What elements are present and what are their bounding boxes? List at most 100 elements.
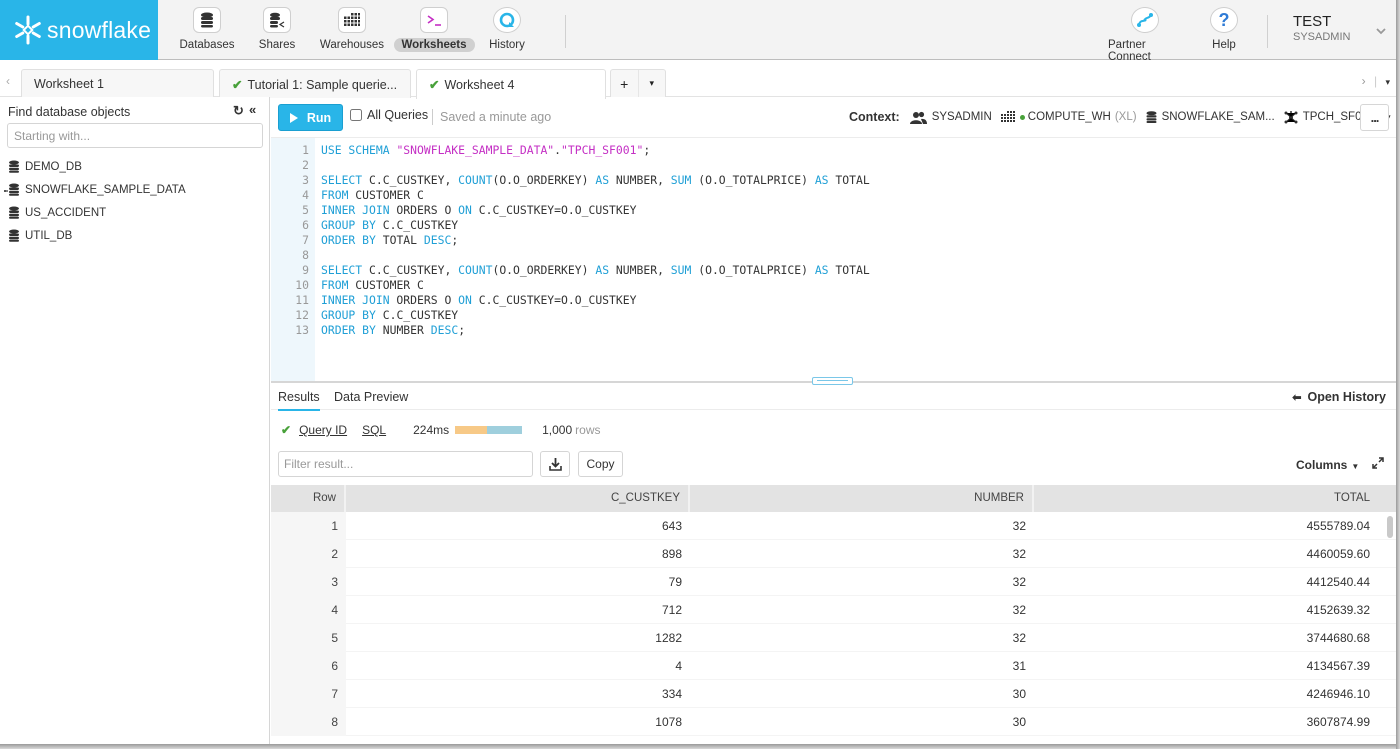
compile-time-segment	[455, 426, 487, 434]
number-cell: 30	[1012, 715, 1026, 729]
table-row[interactable]: 7 334 30 4246946.10	[271, 680, 1396, 708]
all-queries-checkbox[interactable]	[350, 109, 362, 121]
execution-time-segment	[486, 426, 523, 434]
filter-result-input[interactable]	[278, 451, 533, 477]
columns-menu-button[interactable]: Columns ▼	[1296, 458, 1359, 472]
total-cell: 4412540.44	[1306, 575, 1370, 589]
add-tab-button[interactable]: +	[611, 70, 638, 97]
nav-label: Shares	[258, 39, 296, 51]
table-row[interactable]: 1 643 32 4555789.04	[271, 512, 1396, 540]
sql-keyword: FROM	[321, 188, 349, 202]
tab-worksheet-4[interactable]: ✔ Worksheet 4	[416, 69, 606, 99]
tab-worksheet-1[interactable]: Worksheet 1	[21, 69, 214, 98]
number-cell: 32	[1012, 631, 1026, 645]
total-cell: 3607874.99	[1306, 715, 1370, 729]
nav-help[interactable]: ? Help	[1200, 0, 1248, 52]
copy-button[interactable]: Copy	[578, 451, 623, 477]
sidebar-title: Find database objects	[8, 105, 131, 119]
nav-divider	[565, 15, 566, 48]
table-row[interactable]: 3 79 32 4412540.44	[271, 568, 1396, 596]
object-search-input[interactable]	[7, 123, 263, 148]
sql-editor[interactable]: 1 USE SCHEMA "SNOWFLAKE_SAMPLE_DATA"."TPC…	[271, 138, 1400, 381]
sql-keyword: FROM	[321, 278, 349, 292]
table-row[interactable]: 6 4 31 4134567.39	[271, 652, 1396, 680]
table-row[interactable]: 5 1282 32 3744680.68	[271, 624, 1396, 652]
collapse-sidebar-icon[interactable]: «	[249, 102, 256, 117]
query-duration: 224ms	[413, 423, 450, 437]
number-cell: 32	[1012, 519, 1026, 533]
database-icon	[9, 160, 19, 173]
sql-keyword: AS	[595, 263, 610, 277]
expand-icon[interactable]	[1372, 457, 1384, 469]
sql-token: CUSTOMER C	[348, 188, 424, 202]
nav-history[interactable]: History	[474, 0, 540, 60]
nav-warehouses[interactable]: Warehouses	[310, 0, 394, 60]
all-queries-toggle[interactable]: All Queries	[350, 108, 428, 122]
nav-shares[interactable]: Shares	[244, 0, 310, 60]
refresh-icon[interactable]: ↻	[233, 103, 244, 119]
sql-token: ;	[458, 323, 466, 337]
database-item-demo-db[interactable]: DEMO_DB	[8, 155, 186, 178]
database-item-us-accident[interactable]: US_ACCIDENT	[8, 201, 186, 224]
open-history-button[interactable]: ⬅ Open History	[1292, 390, 1386, 404]
table-row[interactable]: 2 898 32 4460059.60	[271, 540, 1396, 568]
sql-token: NUMBER,	[609, 263, 671, 277]
run-button[interactable]: Run	[278, 104, 343, 131]
table-row[interactable]: 4 712 32 4152639.32	[271, 596, 1396, 624]
chevron-left-icon[interactable]: ‹	[6, 74, 10, 88]
worksheet-tabs: ‹ Worksheet 1 ✔ Tutorial 1: Sample querie…	[0, 61, 1400, 99]
sql-keyword: GROUP BY	[321, 308, 376, 322]
database-item-util-db[interactable]: UTIL_DB	[8, 224, 186, 247]
results-scrollbar[interactable]	[1387, 516, 1393, 538]
tab-tutorial-1[interactable]: ✔ Tutorial 1: Sample querie...	[219, 69, 411, 98]
history-icon	[493, 7, 521, 33]
code-text: INNER JOIN ORDERS O ON C.C_CUSTKEY=O.O_C…	[321, 203, 636, 218]
sql-link[interactable]: SQL	[362, 423, 386, 437]
table-row[interactable]: 8 1078 30 3607874.99	[271, 708, 1396, 736]
account-name: TEST	[1293, 13, 1332, 30]
query-id-link[interactable]: Query ID	[299, 423, 347, 437]
nav-partner-connect[interactable]: Partner Connect	[1100, 0, 1190, 64]
sql-token: C.C_CUSTKEY=O.O_CUSTKEY	[471, 293, 637, 307]
account-menu[interactable]: TEST SYSADMIN	[1293, 13, 1350, 43]
sql-keyword: ORDER BY	[321, 323, 376, 337]
column-header-c-custkey[interactable]: C_CUSTKEY	[346, 485, 690, 512]
more-options-button[interactable]: ...	[1360, 104, 1389, 131]
context-warehouse[interactable]: COMPUTE_WH (XL)	[1000, 111, 1137, 123]
row-number-cell: 1	[271, 512, 346, 540]
tab-list-button[interactable]: ▾	[1385, 77, 1390, 87]
snowflake-logo[interactable]: snowflake	[0, 0, 158, 60]
column-header-total[interactable]: TOTAL	[1034, 485, 1396, 512]
warehouse-size: (XL)	[1114, 111, 1137, 123]
tab-results[interactable]: Results	[278, 390, 320, 411]
top-navigation-bar: snowflake Databases Shares Warehouses Wo…	[0, 0, 1400, 63]
query-info: ✔ Query ID SQL 224ms 1,000 rows	[281, 423, 601, 437]
total-cell: 3744680.68	[1306, 631, 1370, 645]
columns-label: Columns	[1296, 458, 1348, 472]
line-number: 9	[302, 263, 309, 277]
nav-databases[interactable]: Databases	[170, 0, 244, 60]
context-database[interactable]: SNOWFLAKE_SAM...	[1146, 111, 1275, 123]
column-header-number[interactable]: NUMBER	[690, 485, 1034, 512]
download-button[interactable]	[540, 451, 570, 477]
tab-data-preview[interactable]: Data Preview	[334, 390, 408, 409]
chevron-down-icon[interactable]	[1376, 26, 1386, 36]
sql-keyword: SELECT	[321, 263, 363, 277]
users-icon	[909, 111, 927, 124]
sql-token: C.C_CUSTKEY=O.O_CUSTKEY	[471, 203, 637, 217]
line-number: 7	[302, 233, 309, 247]
window-edge	[0, 744, 1400, 749]
code-text: SELECT C.C_CUSTKEY, COUNT(O.O_ORDERKEY) …	[321, 173, 870, 188]
context-selector: Context: SYSADMIN COMPUTE_WH (XL) SNOWFL…	[849, 110, 1400, 124]
database-item-snowflake-sample-data[interactable]: SNOWFLAKE_SAMPLE_DATA	[4, 178, 186, 201]
context-role[interactable]: SYSADMIN	[909, 111, 992, 124]
line-number: 11	[295, 293, 309, 307]
tab-label: Tutorial 1: Sample querie...	[247, 78, 398, 92]
chevron-right-icon[interactable]: ›	[1362, 74, 1366, 88]
nav-worksheets[interactable]: Worksheets	[393, 0, 475, 60]
tab-menu-button[interactable]: ▾	[637, 70, 666, 97]
sql-keyword: ON	[458, 293, 472, 307]
warehouse-status-dot	[1019, 114, 1025, 120]
column-header-row[interactable]: Row	[271, 485, 346, 512]
terminal-icon	[420, 7, 448, 33]
